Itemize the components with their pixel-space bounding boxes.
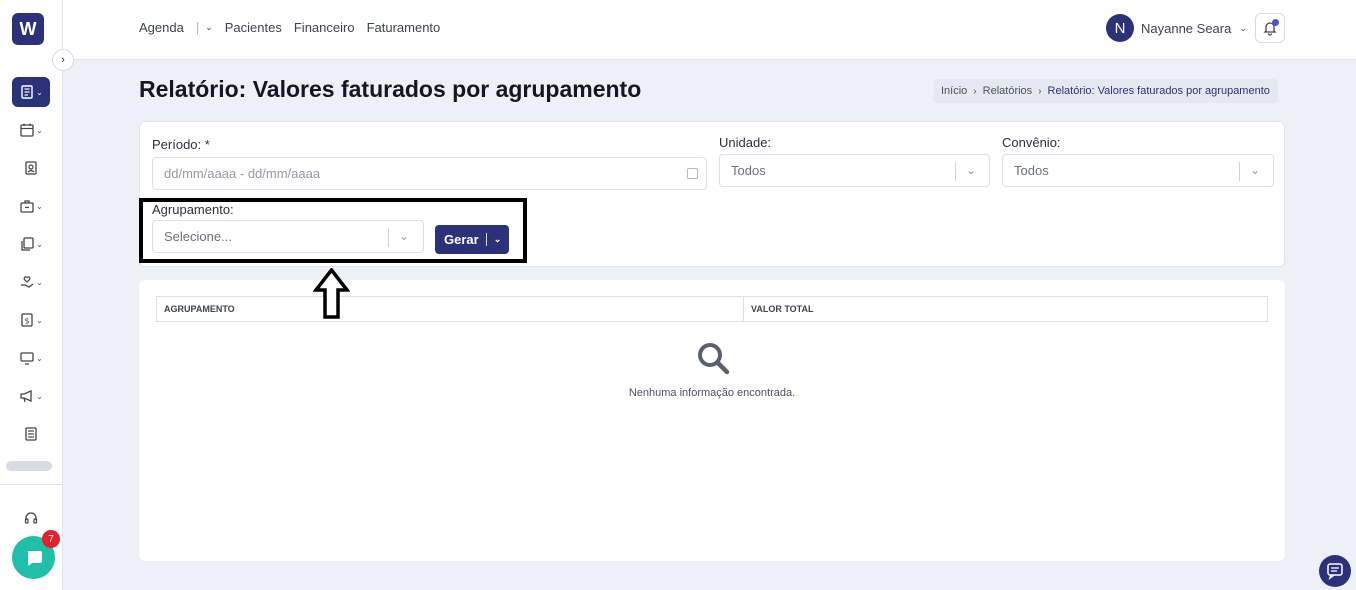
notifications-button[interactable] [1255, 13, 1285, 43]
highlight-box [139, 198, 527, 263]
page-title: Relatório: Valores faturados por agrupam… [139, 76, 642, 102]
chevron-down-icon: ⌄ [1239, 22, 1247, 33]
chevron-down-icon: ⌄ [36, 87, 43, 97]
nav-item-pacientes[interactable]: Pacientes [225, 20, 282, 35]
sidebar-item-news[interactable] [12, 419, 50, 449]
app-logo[interactable]: W [12, 13, 44, 45]
result-card: AGRUPAMENTO VALOR TOTAL Nenhuma informaç… [139, 280, 1285, 561]
arrow-up-icon [313, 268, 350, 319]
nav-item-faturamento[interactable]: Faturamento [367, 20, 441, 35]
column-header-agrupamento[interactable]: AGRUPAMENTO [157, 297, 744, 321]
report-icon [21, 85, 33, 99]
sidebar-toggle-button[interactable]: › [52, 49, 74, 71]
chevron-right-icon: › [61, 54, 65, 66]
calendar-icon [20, 123, 34, 137]
unidade-value: Todos [731, 163, 766, 178]
convenio-value: Todos [1014, 163, 1049, 178]
unidade-select[interactable]: Todos ⌄ [719, 154, 990, 187]
chevron-down-icon[interactable]: ⌄ [205, 22, 213, 33]
sidebar-item-documents[interactable]: ⌄ [12, 229, 50, 259]
monitor-icon [20, 352, 34, 365]
unidade-label: Unidade: [719, 135, 772, 150]
chevron-right-icon: › [1038, 85, 1042, 97]
chevron-down-icon: ⌄ [36, 125, 43, 135]
periodo-placeholder: dd/mm/aaaa - dd/mm/aaaa [164, 166, 321, 181]
sidebar-divider [0, 484, 63, 485]
column-header-valor-total[interactable]: VALOR TOTAL [744, 297, 814, 321]
search-icon [698, 343, 730, 375]
chevron-right-icon: › [973, 85, 977, 97]
sidebar-scrollbar[interactable] [6, 461, 52, 471]
sidebar-item-briefcase[interactable]: ⌄ [12, 191, 50, 221]
chevron-down-icon: ⌄ [36, 353, 43, 363]
empty-message: Nenhuma informação encontrada. [628, 387, 796, 399]
top-bar: Agenda | ⌄ Pacientes Financeiro Faturame… [63, 0, 1356, 60]
megaphone-icon [20, 390, 32, 403]
help-button[interactable] [1319, 555, 1351, 587]
chevron-down-icon: ⌄ [36, 391, 43, 401]
sidebar-item-monitor[interactable]: ⌄ [12, 343, 50, 373]
headset-icon [24, 512, 38, 524]
chevron-down-icon: ⌄ [1250, 163, 1261, 177]
sidebar-item-marketing[interactable]: ⌄ [12, 381, 50, 411]
breadcrumb-item-inicio[interactable]: Início [941, 85, 967, 97]
convenio-label: Convênio: [1002, 135, 1061, 150]
breadcrumb: Início › Relatórios › Relatório: Valores… [933, 79, 1278, 103]
select-divider [955, 162, 956, 181]
chat-badge: 7 [42, 530, 60, 548]
breadcrumb-item-current: Relatório: Valores faturados por agrupam… [1047, 85, 1270, 97]
sidebar-item-patients[interactable] [12, 153, 50, 183]
svg-text:$: $ [25, 317, 30, 326]
periodo-field[interactable]: dd/mm/aaaa - dd/mm/aaaa [152, 157, 707, 190]
user-menu[interactable]: N Nayanne Seara ⌄ [1106, 14, 1247, 42]
top-nav: Agenda | ⌄ Pacientes Financeiro Faturame… [139, 20, 452, 35]
select-divider [1239, 162, 1240, 181]
hand-heart-icon [21, 276, 34, 288]
nav-separator: | [195, 20, 200, 35]
avatar: N [1106, 14, 1134, 42]
nav-item-agenda[interactable]: Agenda [139, 20, 184, 35]
breadcrumb-item-relatorios[interactable]: Relatórios [983, 85, 1033, 97]
sidebar: W ⌄ ⌄ ⌄ ⌄ ⌄ $ ⌄ ⌄ ⌄ [0, 0, 63, 590]
chevron-down-icon: ⌄ [36, 277, 43, 287]
periodo-label: Período: * [152, 137, 210, 152]
message-icon [1327, 563, 1343, 580]
chevron-down-icon: ⌄ [36, 201, 43, 211]
convenio-select[interactable]: Todos ⌄ [1002, 154, 1274, 187]
chevron-down-icon: ⌄ [966, 163, 977, 177]
briefcase-icon [20, 200, 34, 213]
money-icon: $ [21, 313, 33, 327]
nav-item-financeiro[interactable]: Financeiro [294, 20, 355, 35]
sidebar-item-reports[interactable]: ⌄ [12, 77, 50, 107]
user-name: Nayanne Seara [1141, 20, 1232, 36]
sidebar-item-support[interactable] [12, 503, 50, 533]
id-badge-icon [25, 161, 37, 175]
calendar-icon[interactable] [687, 168, 698, 179]
notification-dot [1272, 19, 1279, 26]
sidebar-item-calendar[interactable]: ⌄ [12, 115, 50, 145]
newspaper-icon [25, 427, 37, 441]
documents-icon [21, 237, 34, 251]
chevron-down-icon: ⌄ [36, 239, 43, 249]
chevron-down-icon: ⌄ [36, 315, 43, 325]
chat-icon [27, 550, 42, 566]
sidebar-item-care[interactable]: ⌄ [12, 267, 50, 297]
sidebar-item-finance[interactable]: $ ⌄ [12, 305, 50, 335]
